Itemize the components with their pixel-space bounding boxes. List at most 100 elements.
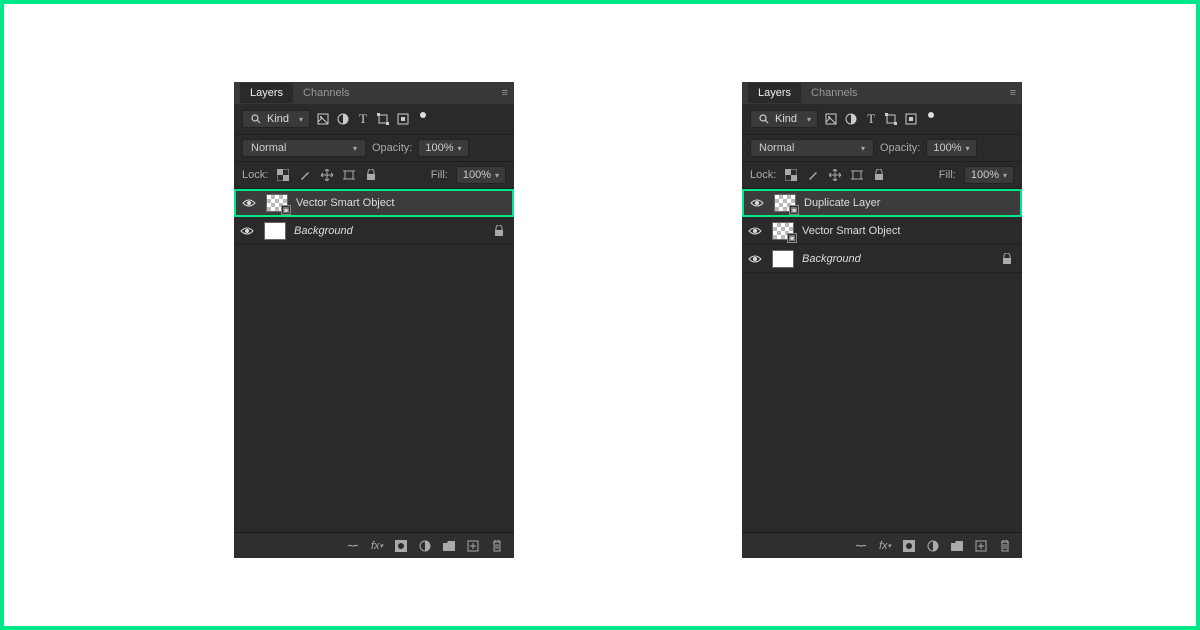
fill-label: Fill: bbox=[939, 169, 956, 181]
visibility-icon[interactable] bbox=[748, 226, 764, 236]
layers-list: ▣ Duplicate Layer ▣ Vector Smart Object … bbox=[742, 189, 1022, 273]
fill-value: 100% bbox=[463, 169, 491, 181]
panel-tabs: Layers Channels ≡ bbox=[742, 82, 1022, 104]
panel-bottom-bar: fx▾ bbox=[742, 532, 1022, 558]
chevron-down-icon: ▾ bbox=[861, 144, 865, 153]
group-icon[interactable] bbox=[950, 541, 964, 551]
layer-name[interactable]: Background bbox=[802, 253, 994, 265]
blend-mode-value: Normal bbox=[759, 142, 794, 154]
layer-thumbnail[interactable] bbox=[772, 250, 794, 268]
filter-shape-icon[interactable] bbox=[376, 113, 390, 125]
filter-smartobject-icon[interactable] bbox=[396, 113, 410, 125]
tab-layers[interactable]: Layers bbox=[748, 83, 801, 103]
lock-artboard-icon[interactable] bbox=[342, 169, 356, 181]
delete-icon[interactable] bbox=[998, 540, 1012, 552]
filter-row: Kind ▾ T bbox=[742, 104, 1022, 135]
layer-row[interactable]: Background bbox=[742, 245, 1022, 273]
fill-dropdown[interactable]: 100% ▾ bbox=[964, 166, 1014, 184]
visibility-icon[interactable] bbox=[240, 226, 256, 236]
panel-menu-icon[interactable]: ≡ bbox=[494, 87, 508, 99]
opacity-dropdown[interactable]: 100% ▾ bbox=[926, 139, 976, 157]
lock-all-icon[interactable] bbox=[872, 169, 886, 181]
chevron-down-icon: ▾ bbox=[458, 144, 462, 153]
adjustment-icon[interactable] bbox=[926, 540, 940, 552]
opacity-dropdown[interactable]: 100% ▾ bbox=[418, 139, 468, 157]
lock-transparency-icon[interactable] bbox=[276, 169, 290, 181]
delete-icon[interactable] bbox=[490, 540, 504, 552]
tab-channels[interactable]: Channels bbox=[801, 83, 867, 103]
tab-layers[interactable]: Layers bbox=[240, 83, 293, 103]
panel-menu-icon[interactable]: ≡ bbox=[1002, 87, 1016, 99]
visibility-icon[interactable] bbox=[750, 198, 766, 208]
lock-all-icon[interactable] bbox=[364, 169, 378, 181]
opacity-label: Opacity: bbox=[372, 142, 412, 154]
blend-mode-dropdown[interactable]: Normal ▾ bbox=[750, 139, 874, 157]
lock-transparency-icon[interactable] bbox=[784, 169, 798, 181]
chevron-down-icon: ▾ bbox=[1003, 171, 1007, 180]
search-icon bbox=[757, 114, 771, 124]
layer-row[interactable]: ▣ Vector Smart Object bbox=[234, 189, 514, 217]
opacity-value: 100% bbox=[425, 142, 453, 154]
link-icon[interactable] bbox=[346, 541, 360, 551]
group-icon[interactable] bbox=[442, 541, 456, 551]
lock-row: Lock: Fill: 100% ▾ bbox=[742, 162, 1022, 189]
layer-name[interactable]: Vector Smart Object bbox=[296, 197, 506, 209]
filter-row: Kind ▾ T bbox=[234, 104, 514, 135]
lock-label: Lock: bbox=[242, 169, 268, 181]
filter-kind-dropdown[interactable]: Kind ▾ bbox=[242, 110, 310, 128]
tab-channels[interactable]: Channels bbox=[293, 83, 359, 103]
chevron-down-icon: ▾ bbox=[966, 144, 970, 153]
layer-name[interactable]: Duplicate Layer bbox=[804, 197, 1014, 209]
fill-label: Fill: bbox=[431, 169, 448, 181]
lock-position-icon[interactable] bbox=[320, 169, 334, 181]
layer-thumbnail[interactable]: ▣ bbox=[774, 194, 796, 212]
layer-row[interactable]: Background bbox=[234, 217, 514, 245]
lock-label: Lock: bbox=[750, 169, 776, 181]
smartobject-badge-icon: ▣ bbox=[281, 205, 291, 215]
layer-name[interactable]: Vector Smart Object bbox=[802, 225, 1016, 237]
filter-smartobject-icon[interactable] bbox=[904, 113, 918, 125]
filter-type-icon[interactable]: T bbox=[864, 111, 878, 127]
filter-kind-dropdown[interactable]: Kind ▾ bbox=[750, 110, 818, 128]
visibility-icon[interactable] bbox=[242, 198, 258, 208]
filter-toggle-indicator[interactable] bbox=[928, 112, 934, 118]
blend-mode-dropdown[interactable]: Normal ▾ bbox=[242, 139, 366, 157]
filter-adjustment-icon[interactable] bbox=[336, 113, 350, 125]
fill-dropdown[interactable]: 100% ▾ bbox=[456, 166, 506, 184]
filter-adjustment-icon[interactable] bbox=[844, 113, 858, 125]
layer-name[interactable]: Background bbox=[294, 225, 486, 237]
filter-image-icon[interactable] bbox=[824, 113, 838, 125]
new-layer-icon[interactable] bbox=[974, 540, 988, 552]
fx-icon[interactable]: fx▾ bbox=[878, 540, 892, 552]
layer-thumbnail[interactable]: ▣ bbox=[772, 222, 794, 240]
layer-row[interactable]: ▣ Duplicate Layer bbox=[742, 189, 1022, 217]
layer-thumbnail[interactable] bbox=[264, 222, 286, 240]
link-icon[interactable] bbox=[854, 541, 868, 551]
adjustment-icon[interactable] bbox=[418, 540, 432, 552]
layers-list: ▣ Vector Smart Object Background bbox=[234, 189, 514, 245]
layer-thumbnail[interactable]: ▣ bbox=[266, 194, 288, 212]
filter-type-icon[interactable]: T bbox=[356, 111, 370, 127]
lock-position-icon[interactable] bbox=[828, 169, 842, 181]
new-layer-icon[interactable] bbox=[466, 540, 480, 552]
chevron-down-icon: ▾ bbox=[495, 171, 499, 180]
chevron-down-icon: ▾ bbox=[299, 115, 303, 124]
mask-icon[interactable] bbox=[902, 540, 916, 552]
lock-pixels-icon[interactable] bbox=[298, 169, 312, 181]
filter-image-icon[interactable] bbox=[316, 113, 330, 125]
lock-artboard-icon[interactable] bbox=[850, 169, 864, 181]
panel-tabs: Layers Channels ≡ bbox=[234, 82, 514, 104]
mask-icon[interactable] bbox=[394, 540, 408, 552]
smartobject-badge-icon: ▣ bbox=[787, 233, 797, 243]
filter-toggle-indicator[interactable] bbox=[420, 112, 426, 118]
visibility-icon[interactable] bbox=[748, 254, 764, 264]
lock-pixels-icon[interactable] bbox=[806, 169, 820, 181]
blend-row: Normal ▾ Opacity: 100% ▾ bbox=[742, 135, 1022, 162]
filter-kind-label: Kind bbox=[267, 113, 289, 125]
chevron-down-icon: ▾ bbox=[807, 115, 811, 124]
fill-value: 100% bbox=[971, 169, 999, 181]
filter-shape-icon[interactable] bbox=[884, 113, 898, 125]
chevron-down-icon: ▾ bbox=[353, 144, 357, 153]
fx-icon[interactable]: fx▾ bbox=[370, 540, 384, 552]
layer-row[interactable]: ▣ Vector Smart Object bbox=[742, 217, 1022, 245]
